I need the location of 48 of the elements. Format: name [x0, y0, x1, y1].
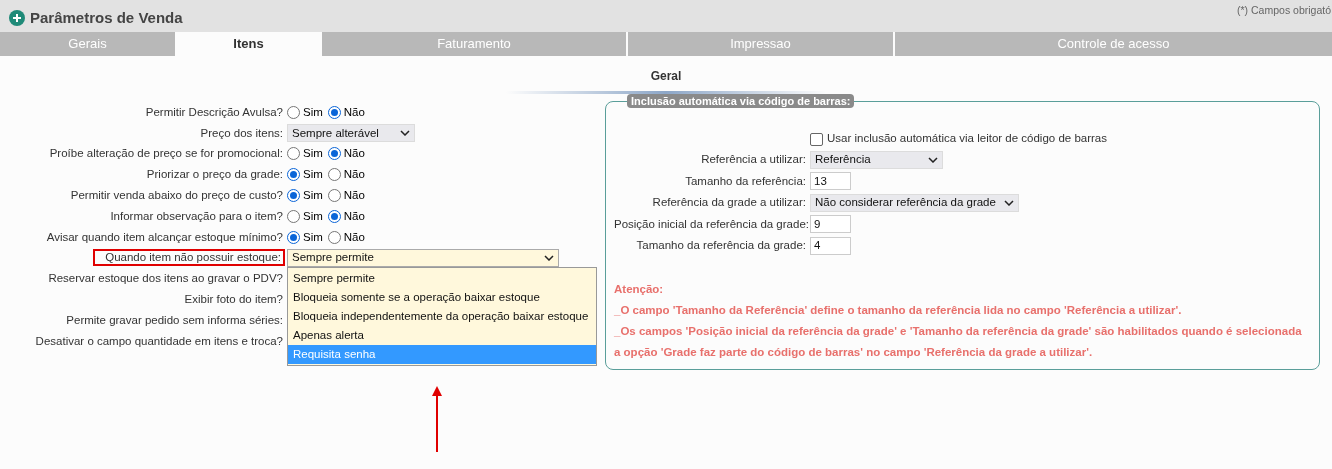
field-label: Informar observação para o item?: [109, 209, 284, 222]
radio-label: Sim: [303, 208, 323, 224]
select-field[interactable]: Referência: [810, 150, 943, 169]
field-label: Preço dos itens:: [199, 126, 284, 139]
select-field[interactable]: Não considerar referência da grade: [810, 193, 1019, 212]
page-title: Parâmetros de Venda: [30, 8, 183, 28]
radio-label: Não: [343, 187, 365, 203]
field-label: Priorizar o preço da grade:: [145, 168, 284, 181]
panel-legend: Inclusão automática via código de barras:: [627, 94, 855, 108]
field-label: Posição inicial da referência da grade:: [614, 217, 809, 230]
field-label: Permite gravar pedido sem informa séries:: [65, 313, 284, 326]
warning-title: Atenção:: [614, 281, 665, 297]
field-label: Referência a utilizar:: [701, 153, 806, 166]
field-label: Permitir venda abaixo do preço de custo?: [69, 188, 284, 201]
warning-text: _Os campos 'Posição inicial da referência da grade' e 'Tamanho da referência da grade' são habilitados quando é selecionada a opção 'Grade faz parte do código de barras' no campo 'Referência da grade a utilizar'.: [614, 323, 1303, 360]
warning-text: _O campo 'Tamanho da Referência' define o tamanho da referência lida no campo 'Referência a utilizar'.: [614, 302, 1183, 318]
dropdown-option[interactable]: Bloqueia somente se a operação baixar estoque: [288, 287, 596, 307]
checkbox-label: Usar inclusão automática via leitor de código de barras: [827, 131, 1107, 147]
field-label: Quando item não possuir estoque:: [104, 250, 282, 266]
input-field[interactable]: 4: [810, 236, 851, 255]
radio-label: Não: [343, 229, 365, 245]
dropdown-option[interactable]: Apenas alerta: [288, 325, 596, 345]
radio-label: Sim: [303, 187, 323, 203]
dropdown-option[interactable]: Bloqueia independentemente da operação baixar estoque: [288, 306, 596, 326]
select-field[interactable]: Sempre alterável: [287, 124, 415, 143]
field-label: Tamanho da referência:: [685, 174, 806, 187]
select-field[interactable]: Sempre permite: [287, 248, 559, 267]
radio-label: Sim: [303, 229, 323, 245]
field-label: Proíbe alteração de preço se for promocional:: [48, 147, 284, 160]
field-label: Tamanho da referência da grade:: [636, 239, 806, 252]
field-label: Exibir foto do item?: [183, 292, 284, 305]
radio-label: Não: [343, 208, 365, 224]
field-label: Desativar o campo quantidade em itens e troca?: [34, 334, 284, 347]
radio-label: Sim: [303, 104, 323, 120]
dropdown-option[interactable]: Sempre permite: [288, 268, 596, 288]
radio-label: Sim: [303, 167, 323, 183]
required-note: (*) Campos obrigató: [1237, 3, 1331, 18]
field-label: Reservar estoque dos itens ao gravar o PDV?: [47, 272, 284, 285]
input-field[interactable]: 13: [810, 172, 851, 191]
field-label: Permitir Descrição Avulsa?: [144, 105, 284, 118]
section-title: Geral: [650, 68, 682, 85]
input-field[interactable]: 9: [810, 215, 851, 234]
radio-label: Não: [343, 167, 365, 183]
radio-label: Não: [343, 146, 365, 162]
field-label: Avisar quando item alcançar estoque mínimo?: [45, 230, 284, 243]
field-label: Referência da grade a utilizar:: [652, 196, 806, 209]
radio-label: Sim: [303, 146, 323, 162]
radio-label: Não: [343, 104, 365, 120]
